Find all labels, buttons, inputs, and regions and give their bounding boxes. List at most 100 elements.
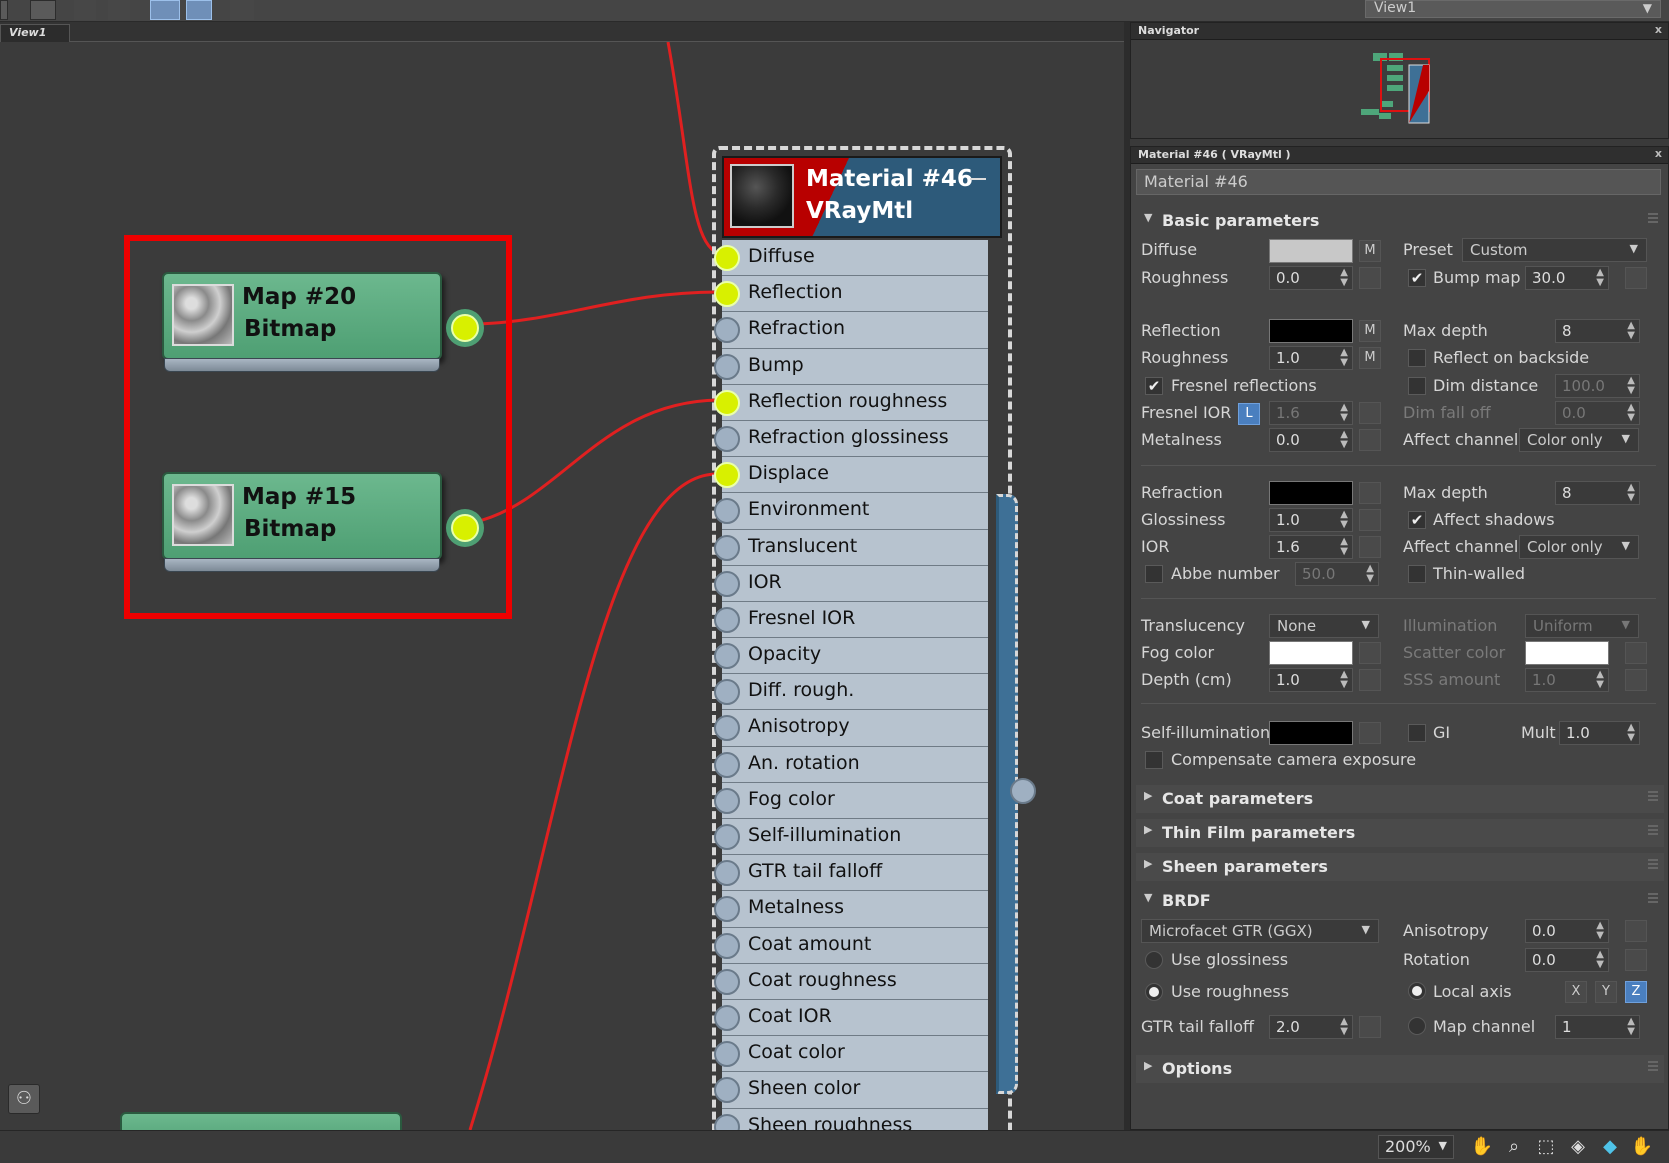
rollout-thin-film-parameters[interactable]: ▶ Thin Film parameters <box>1136 819 1664 847</box>
diffuse-color-swatch[interactable] <box>1269 239 1353 263</box>
mult-spinner[interactable]: 1.0 ▲ ▼ <box>1559 721 1640 745</box>
map-channel-spinner[interactable]: 1 ▲ ▼ <box>1555 1015 1640 1039</box>
toolbar-arrange-icon[interactable] <box>108 0 130 20</box>
fog-color-swatch[interactable] <box>1269 641 1353 665</box>
abbe-number-spinner[interactable]: 50.0 ▲ ▼ <box>1295 562 1379 586</box>
material-slot[interactable]: Coat amount <box>714 927 988 964</box>
fresnel-reflections-checkbox[interactable]: ✔ <box>1145 377 1163 395</box>
input-socket[interactable] <box>714 353 740 380</box>
rollout-basic-parameters[interactable]: ▼ Basic parameters <box>1136 207 1664 235</box>
map-node-partial[interactable] <box>120 1112 402 1130</box>
reflection-map-button[interactable]: M <box>1359 320 1381 342</box>
map-node-20[interactable]: Map #20 Bitmap <box>162 272 479 372</box>
material-node[interactable]: Material #46 VRayMtl Diffuse Reflection Re… <box>712 146 1036 1130</box>
input-socket[interactable] <box>714 751 740 778</box>
refraction-color-swatch[interactable] <box>1269 481 1353 505</box>
input-socket[interactable] <box>714 570 740 597</box>
material-slot[interactable]: Anisotropy <box>714 710 988 747</box>
toolbar-show-map-icon[interactable] <box>186 0 212 20</box>
material-slot[interactable]: Metalness <box>714 891 988 928</box>
dim-fall-off-spinner[interactable]: 0.0 ▲ ▼ <box>1555 401 1640 425</box>
refraction-map-button[interactable] <box>1359 482 1381 504</box>
output-socket[interactable] <box>451 514 479 542</box>
dim-distance-spinner[interactable]: 100.0 ▲ ▼ <box>1555 374 1640 398</box>
depth-spinner[interactable]: 1.0 ▲ ▼ <box>1269 668 1353 692</box>
self-illumination-swatch[interactable] <box>1269 721 1353 745</box>
input-socket[interactable] <box>714 534 740 561</box>
zoom-region-icon[interactable]: ⬚ <box>1534 1135 1558 1159</box>
material-slot[interactable]: Fog color <box>714 782 988 819</box>
input-socket[interactable] <box>714 968 740 995</box>
roughness-map-button[interactable] <box>1359 267 1381 289</box>
reflect-backside-checkbox[interactable] <box>1408 349 1426 367</box>
toolbar-render-checker-icon[interactable] <box>230 0 254 20</box>
self-illumination-map-button[interactable] <box>1359 722 1381 744</box>
refr-affect-channels-dropdown[interactable]: Color only ▼ <box>1519 535 1639 559</box>
input-socket[interactable] <box>714 860 740 887</box>
depth-map-button[interactable] <box>1359 669 1381 691</box>
input-socket[interactable] <box>714 425 740 452</box>
minimize-icon[interactable] <box>970 178 986 180</box>
translucency-dropdown[interactable]: None ▼ <box>1269 614 1379 638</box>
sss-amount-spinner[interactable]: 1.0 ▲ ▼ <box>1525 668 1609 692</box>
glossiness-spinner[interactable]: 1.0 ▲ ▼ <box>1269 508 1353 532</box>
preset-dropdown[interactable]: Custom ▼ <box>1462 238 1647 262</box>
rotation-spinner[interactable]: 0.0 ▲ ▼ <box>1525 948 1609 972</box>
input-socket[interactable] <box>714 1004 740 1031</box>
input-socket[interactable] <box>714 606 740 633</box>
input-socket[interactable] <box>714 245 740 271</box>
bump-map-button[interactable] <box>1625 267 1647 289</box>
fresnel-ior-spinner[interactable]: 1.6 ▲ ▼ <box>1269 401 1353 425</box>
local-axis-radio[interactable] <box>1408 982 1426 1000</box>
brdf-type-dropdown[interactable]: Microfacet GTR (GGX) ▼ <box>1141 919 1379 943</box>
material-slot[interactable]: IOR <box>714 565 988 602</box>
zoom-magnifier-icon[interactable]: ⌕ <box>1502 1135 1526 1159</box>
input-socket[interactable] <box>714 715 740 742</box>
material-slot[interactable]: Sheen roughness <box>714 1108 988 1130</box>
material-name-field[interactable]: Material #46 <box>1136 169 1661 195</box>
map-node-15[interactable]: Map #15 Bitmap <box>162 472 479 572</box>
refl-max-depth-spinner[interactable]: 8 ▲ ▼ <box>1555 319 1640 343</box>
gtr-tail-falloff-spinner[interactable]: 2.0 ▲ ▼ <box>1269 1015 1353 1039</box>
material-slot[interactable]: An. rotation <box>714 746 988 783</box>
material-slot[interactable]: Coat IOR <box>714 999 988 1037</box>
metalness-spinner[interactable]: 0.0 ▲ ▼ <box>1269 428 1353 452</box>
refl-affect-channels-dropdown[interactable]: Color only ▼ <box>1519 428 1639 452</box>
input-socket[interactable] <box>714 281 740 308</box>
material-slot[interactable]: Fresnel IOR <box>714 601 988 639</box>
material-slot[interactable]: Environment <box>714 493 988 530</box>
toolbar-layout-icon[interactable] <box>74 0 96 20</box>
material-slot[interactable]: Sheen color <box>714 1072 988 1109</box>
close-icon[interactable]: x <box>1655 147 1662 160</box>
bump-map-checkbox[interactable]: ✔ <box>1408 269 1426 287</box>
material-slot[interactable]: Translucent <box>714 529 988 566</box>
abbe-number-checkbox[interactable] <box>1145 565 1163 583</box>
sss-amount-map-button[interactable] <box>1625 669 1647 691</box>
axis-y-button[interactable]: Y <box>1595 981 1617 1003</box>
input-socket[interactable] <box>714 317 740 344</box>
anisotropy-map-button[interactable] <box>1625 920 1647 942</box>
axis-z-button[interactable]: Z <box>1625 981 1647 1003</box>
compensate-exposure-checkbox[interactable] <box>1145 751 1163 769</box>
material-slot[interactable]: Self-illumination <box>714 819 988 856</box>
axis-x-button[interactable]: X <box>1565 981 1587 1003</box>
view-select-dropdown[interactable]: View1 ▼ <box>1365 0 1661 18</box>
use-glossiness-radio[interactable] <box>1145 951 1163 969</box>
thin-walled-checkbox[interactable] <box>1408 565 1426 583</box>
rollout-brdf[interactable]: ▼ BRDF <box>1136 887 1664 915</box>
zoom-extents-icon[interactable]: ◈ <box>1566 1135 1590 1159</box>
material-slot[interactable]: Diff. rough. <box>714 674 988 711</box>
glossiness-map-button[interactable] <box>1359 509 1381 531</box>
input-socket[interactable] <box>714 787 740 814</box>
fresnel-ior-lock-button[interactable]: L <box>1238 403 1260 425</box>
pan-view-icon[interactable]: ✋ <box>1630 1135 1654 1159</box>
rotation-map-button[interactable] <box>1625 949 1647 971</box>
zoom-dropdown[interactable]: 200% ▼ <box>1378 1135 1454 1159</box>
map-channel-radio[interactable] <box>1408 1017 1426 1035</box>
refr-max-depth-spinner[interactable]: 8 ▲ ▼ <box>1555 481 1640 505</box>
tab-view1[interactable]: View1 <box>0 24 70 42</box>
scatter-color-swatch[interactable] <box>1525 641 1609 665</box>
scatter-color-map-button[interactable] <box>1625 642 1647 664</box>
material-slot[interactable]: Diffuse <box>714 240 988 277</box>
material-slot[interactable]: Reflection <box>714 276 988 313</box>
